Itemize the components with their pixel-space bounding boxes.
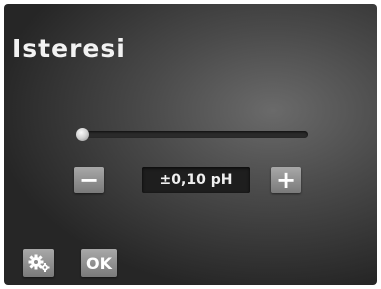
gears-icon xyxy=(28,254,50,272)
device-screen: Isteresi − ±0,10 pH + OK xyxy=(4,4,377,285)
minus-icon: − xyxy=(78,166,100,194)
slider-track[interactable] xyxy=(80,131,308,138)
ok-button[interactable]: OK xyxy=(81,249,117,277)
decrease-button[interactable]: − xyxy=(74,167,104,193)
plus-icon: + xyxy=(275,166,297,194)
page-title: Isteresi xyxy=(12,34,126,63)
slider-thumb[interactable] xyxy=(76,128,89,141)
hysteresis-slider[interactable] xyxy=(74,127,308,143)
hysteresis-value: ±0,10 pH xyxy=(142,167,250,193)
settings-button[interactable] xyxy=(23,249,54,277)
increase-button[interactable]: + xyxy=(271,167,301,193)
